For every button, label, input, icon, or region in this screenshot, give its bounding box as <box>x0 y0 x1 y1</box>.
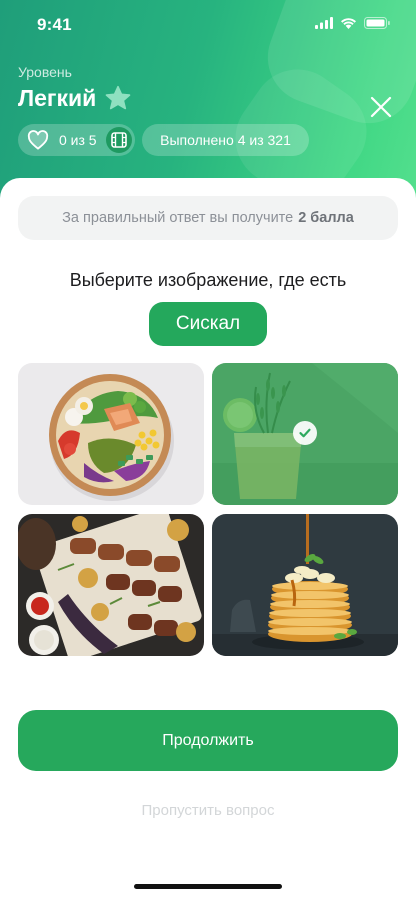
progress-text: Выполнено 4 из 321 <box>160 132 291 148</box>
reward-points: 2 балла <box>298 210 354 226</box>
watch-video-button[interactable] <box>106 127 132 153</box>
target-word-badge: Сискал <box>149 302 267 346</box>
check-icon <box>293 421 317 445</box>
option-image-pancakes[interactable] <box>212 514 398 656</box>
battery-icon <box>364 17 390 29</box>
wifi-icon <box>341 18 356 29</box>
signal-icon <box>315 17 333 29</box>
close-icon <box>370 96 392 118</box>
lives-pill: 0 из 5 <box>18 124 135 156</box>
progress-pill: Выполнено 4 из 321 <box>142 124 309 156</box>
home-indicator <box>134 884 282 889</box>
status-time: 9:41 <box>37 15 72 34</box>
reward-banner: За правильный ответ вы получите 2 балла <box>18 196 398 240</box>
reward-text: За правильный ответ вы получите <box>62 210 294 226</box>
close-button[interactable] <box>368 94 394 120</box>
film-icon <box>111 132 127 148</box>
status-icons <box>315 17 390 29</box>
heart-icon <box>26 128 50 152</box>
continue-button[interactable]: Продолжить <box>18 710 398 771</box>
status-bar: 9:41 <box>0 0 416 48</box>
star-icon <box>106 85 131 110</box>
question-prompt: Выберите изображение, где есть <box>69 270 347 290</box>
option-image-salad[interactable] <box>18 363 204 505</box>
option-image-kebab[interactable] <box>18 514 204 656</box>
level-title: Легкий <box>18 85 132 112</box>
option-image-drink[interactable] <box>212 363 398 505</box>
skip-question-link[interactable]: Пропустить вопрос <box>0 802 416 819</box>
level-caption: Уровень <box>18 64 72 80</box>
lives-count: 0 из 5 <box>59 132 97 148</box>
level-name: Легкий <box>18 85 97 111</box>
question-sheet: За правильный ответ вы получите 2 балла … <box>0 178 416 900</box>
